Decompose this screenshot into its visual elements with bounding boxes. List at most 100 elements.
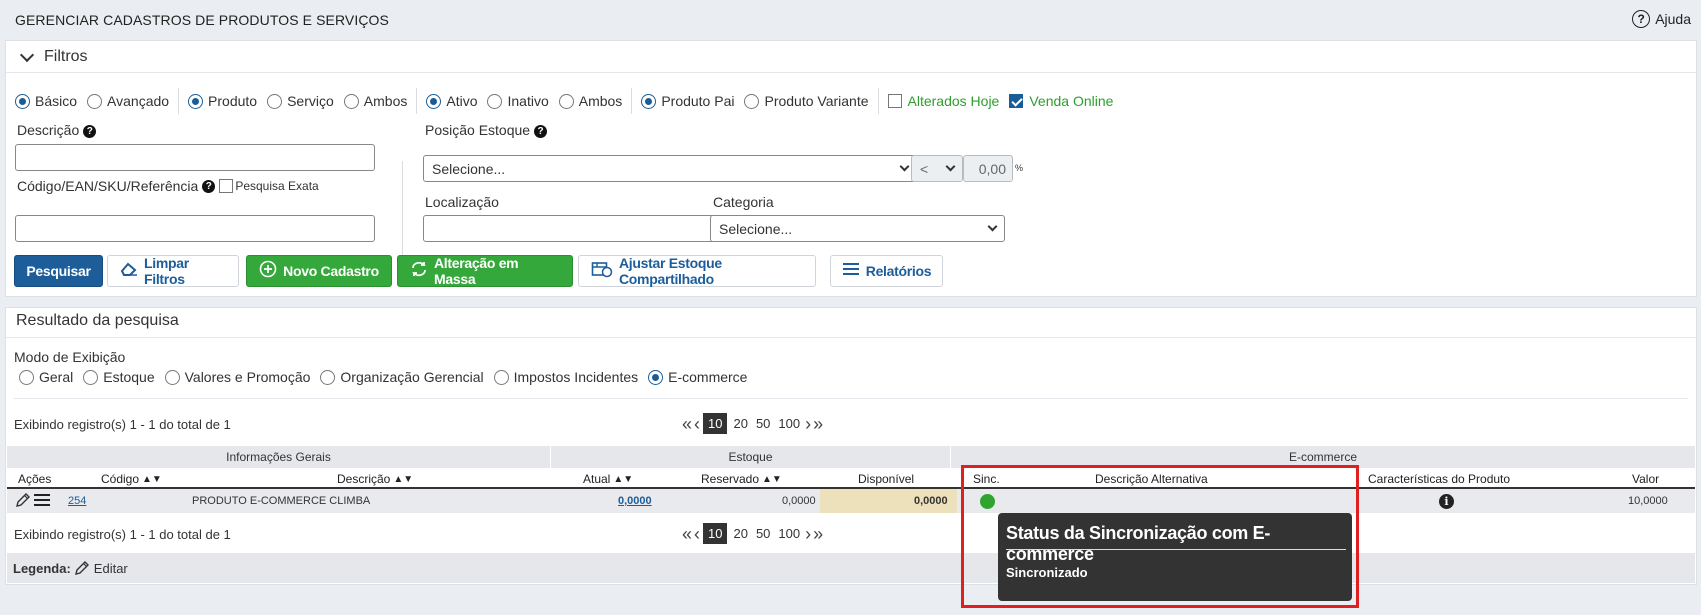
records-count-top: Exibindo registro(s) 1 - 1 do total de 1 [14, 417, 231, 432]
radio-ambos-tipo[interactable]: Ambos [343, 93, 407, 109]
radio-indicator[interactable] [15, 93, 30, 109]
double-chevron-right-icon[interactable]: » [813, 415, 823, 433]
chevron-right-icon[interactable]: › [805, 415, 811, 433]
top-bar: GERENCIAR CADASTROS DE PRODUTOS E SERVIÇ… [0, 0, 1701, 40]
product-level-group: Produto Pai Produto Variante [632, 88, 879, 114]
mode-impostos[interactable]: Impostos Incidentes [493, 369, 638, 385]
radio-indicator[interactable] [87, 93, 103, 109]
radio-indicator[interactable] [83, 369, 99, 385]
mode-ecommerce[interactable]: E-commerce [648, 369, 747, 385]
row-codigo-link[interactable]: 254 [68, 495, 86, 507]
radio-indicator[interactable] [320, 369, 336, 385]
radio-indicator[interactable] [343, 93, 359, 109]
radio-indicator[interactable] [487, 93, 503, 109]
relatorios-button[interactable]: Relatórios [830, 255, 943, 287]
posicao-estoque-label: Posição Estoque? [425, 122, 548, 138]
chevron-down-icon [945, 161, 956, 172]
radio-indicator[interactable] [19, 369, 34, 385]
row-valor: 10,0000 [1628, 495, 1668, 507]
radio-produto[interactable]: Produto [188, 93, 257, 109]
page-size-10[interactable]: 10 [703, 523, 728, 544]
radio-servico[interactable]: Serviço [267, 93, 334, 109]
page-size-20[interactable]: 20 [733, 416, 747, 431]
radio-avancado[interactable]: Avançado [87, 93, 169, 109]
mode-valores[interactable]: Valores e Promoção [164, 369, 310, 385]
sort-icon[interactable]: ▲▼ [762, 474, 782, 485]
col-descricao[interactable]: Descrição ▲▼ [337, 472, 413, 486]
categoria-label: Categoria [713, 194, 774, 210]
limpar-filtros-button[interactable]: Limpar Filtros [107, 255, 239, 287]
sort-icon[interactable]: ▲▼ [613, 474, 633, 485]
mode-estoque[interactable]: Estoque [83, 369, 155, 385]
radio-indicator[interactable] [744, 93, 760, 109]
highlight-box [961, 465, 1359, 608]
mode-geral[interactable]: Geral [19, 369, 73, 385]
legend-bar: Legenda: Editar [7, 553, 1695, 583]
page-size-20[interactable]: 20 [733, 526, 747, 541]
radio-indicator[interactable] [164, 369, 180, 385]
row-menu-icon[interactable] [33, 492, 51, 511]
radio-indicator[interactable] [426, 93, 442, 109]
page-size-50[interactable]: 50 [756, 416, 770, 431]
page-size-10[interactable]: 10 [703, 413, 728, 434]
pesquisar-button[interactable]: Pesquisar [14, 255, 103, 287]
info-icon[interactable]: i [1439, 494, 1454, 509]
chevron-left-icon[interactable]: ‹ [694, 415, 700, 433]
chevron-down-icon [19, 47, 35, 62]
radio-indicator[interactable] [493, 369, 509, 385]
chevron-left-icon[interactable]: ‹ [694, 525, 700, 543]
sync-arrows-icon [410, 261, 428, 282]
mode-organizacao[interactable]: Organização Gerencial [320, 369, 484, 385]
localizacao-label: Localização [425, 194, 499, 210]
col-acoes: Ações [18, 472, 52, 486]
operator-select[interactable]: < [911, 155, 963, 182]
radio-indicator[interactable] [188, 93, 204, 109]
alteracao-massa-button[interactable]: Alteração em Massa [397, 255, 573, 287]
help-icon: ? [1632, 10, 1651, 28]
page-size-100[interactable]: 100 [778, 416, 800, 431]
descricao-input[interactable] [15, 144, 375, 171]
radio-ambos-status[interactable]: Ambos [558, 93, 622, 109]
checkbox-box[interactable] [887, 94, 902, 108]
localizacao-input[interactable] [423, 215, 714, 242]
question-icon[interactable]: ? [534, 125, 548, 138]
page-size-50[interactable]: 50 [756, 526, 770, 541]
novo-cadastro-button[interactable]: Novo Cadastro [246, 255, 392, 287]
radio-produto-variante[interactable]: Produto Variante [744, 93, 869, 109]
col-atual[interactable]: Atual ▲▼ [583, 472, 633, 486]
double-chevron-right-icon[interactable]: » [813, 525, 823, 543]
sort-icon[interactable]: ▲▼ [142, 474, 162, 485]
page-size-100[interactable]: 100 [778, 526, 800, 541]
radio-indicator[interactable] [648, 369, 664, 385]
help-link[interactable]: ? Ajuda [1632, 10, 1691, 28]
filters-header[interactable]: Filtros [6, 41, 1696, 73]
radio-inativo[interactable]: Inativo [487, 93, 549, 109]
checkbox-box[interactable] [1009, 94, 1024, 108]
sort-icon[interactable]: ▲▼ [393, 474, 413, 485]
radio-ativo[interactable]: Ativo [426, 93, 477, 109]
double-chevron-left-icon[interactable]: « [682, 525, 692, 543]
edit-icon[interactable] [15, 492, 31, 511]
question-icon[interactable]: ? [83, 125, 97, 138]
chevron-down-icon [987, 221, 998, 232]
col-reservado[interactable]: Reservado ▲▼ [701, 472, 782, 486]
checkbox-alterados-hoje[interactable]: Alterados Hoje [887, 93, 999, 109]
pesquisa-exata-checkbox[interactable] [219, 179, 234, 193]
radio-basico[interactable]: Básico [15, 93, 77, 109]
radio-produto-pai[interactable]: Produto Pai [641, 93, 734, 109]
categoria-select[interactable]: Selecione... [710, 215, 1005, 242]
chevron-right-icon[interactable]: › [805, 525, 811, 543]
posicao-estoque-select[interactable]: Selecione... [423, 155, 917, 182]
chevron-down-icon [899, 161, 910, 172]
radio-indicator[interactable] [558, 93, 574, 109]
ajustar-estoque-button[interactable]: Ajustar Estoque Compartilhado [578, 255, 816, 287]
double-chevron-left-icon[interactable]: « [682, 415, 692, 433]
radio-indicator[interactable] [267, 93, 283, 109]
radio-indicator[interactable] [641, 93, 657, 109]
checkbox-venda-online[interactable]: Venda Online [1009, 93, 1113, 109]
question-icon[interactable]: ? [202, 179, 216, 193]
col-codigo[interactable]: Código ▲▼ [101, 472, 162, 486]
quantity-input[interactable]: 0,00 [963, 155, 1013, 182]
codigo-input[interactable] [15, 215, 375, 242]
row-atual-link[interactable]: 0,0000 [618, 495, 652, 507]
